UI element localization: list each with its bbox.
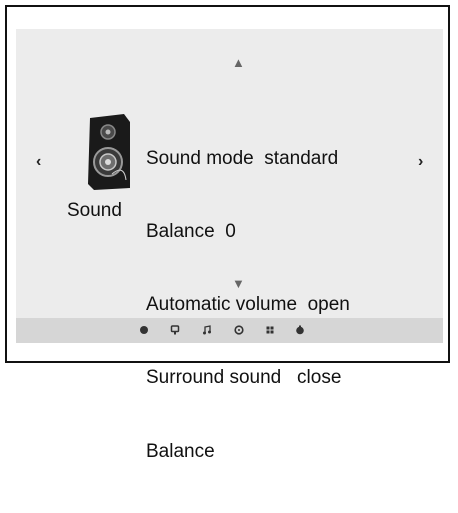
menu-item-sound-mode[interactable]: Sound mode standard	[146, 147, 350, 171]
osd-frame: ▲ ‹ › ▼ Sound Sound mode standard Balanc…	[5, 5, 450, 462]
menu-item-surround-sound[interactable]: Surround sound close	[146, 366, 350, 390]
lock-icon[interactable]	[295, 325, 305, 335]
music-icon[interactable]	[202, 325, 212, 335]
grid-icon[interactable]	[265, 325, 275, 335]
left-arrow-icon[interactable]: ‹	[36, 154, 41, 170]
settings-menu: Sound mode standard Balance 0 Automatic …	[146, 98, 350, 513]
menu-item-balance[interactable]: Balance 0	[146, 220, 350, 244]
menu-panel: ▲ ‹ › ▼ Sound Sound mode standard Balanc…	[16, 29, 443, 462]
bottom-nav-bar	[16, 318, 443, 343]
picture-icon[interactable]	[139, 325, 149, 335]
clock-icon[interactable]	[234, 325, 244, 335]
speaker-icon	[88, 114, 130, 190]
right-arrow-icon[interactable]: ›	[418, 154, 423, 170]
menu-item-balance-2[interactable]: Balance	[146, 440, 350, 464]
tv-icon[interactable]	[170, 325, 180, 335]
menu-item-automatic-volume[interactable]: Automatic volume open	[146, 293, 350, 317]
up-arrow-icon[interactable]: ▲	[232, 56, 245, 69]
category-label: Sound	[67, 200, 122, 221]
